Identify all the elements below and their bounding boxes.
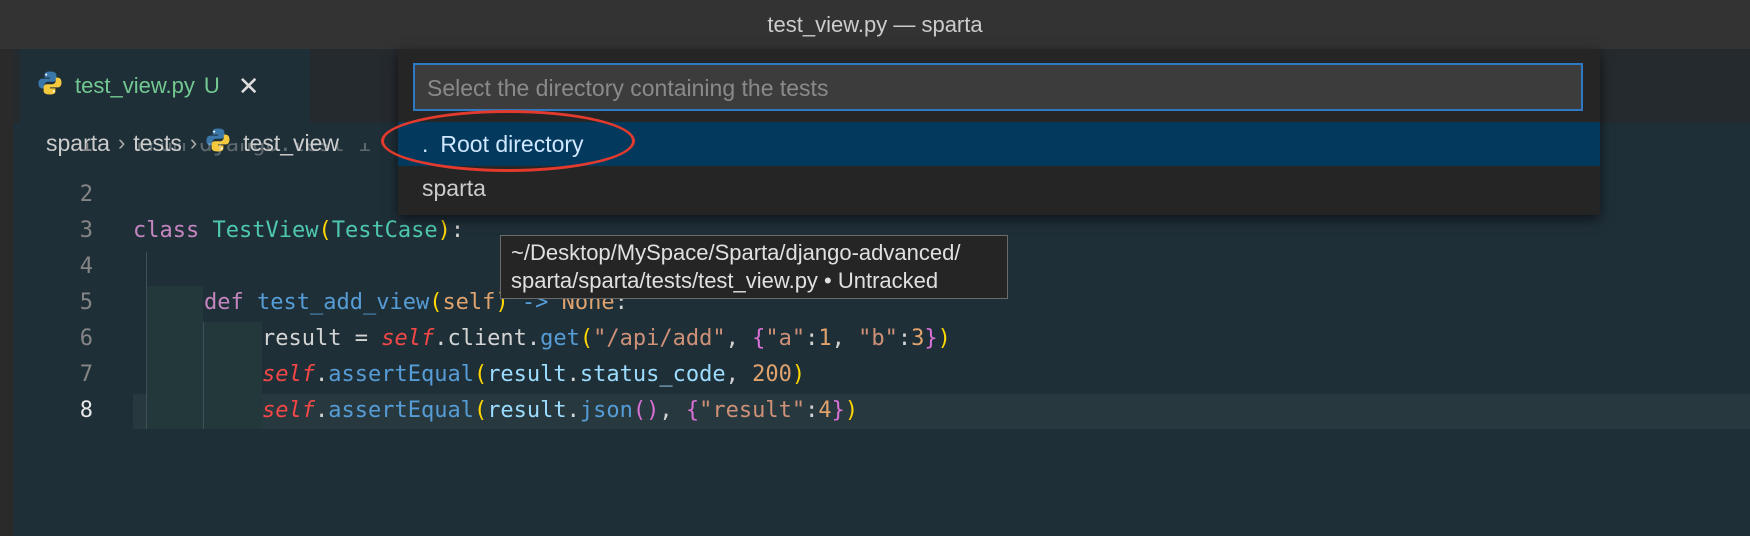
tab-untracked-badge: U — [203, 73, 220, 98]
code-line-7: self.assertEqual(result.status_code, 200… — [262, 362, 806, 387]
line-number: 2 — [79, 182, 93, 207]
quick-pick: . Root directory sparta — [398, 49, 1600, 215]
tooltip-path-line: ~/Desktop/MySpace/Sparta/django-advanced… — [511, 240, 961, 265]
tab-label: test_view.py — [75, 73, 195, 98]
tooltip-status-line: sparta/sparta/tests/test_view.py • Untra… — [511, 268, 939, 293]
line-number: 7 — [79, 362, 93, 387]
line-number: 1 — [79, 143, 93, 157]
quick-pick-item-prefix: . — [422, 131, 429, 157]
quick-pick-item-label: sparta — [422, 175, 486, 201]
indent-guide — [203, 322, 204, 429]
quick-pick-item-sparta[interactable]: sparta — [398, 166, 1600, 210]
indent-shade — [147, 286, 203, 429]
close-icon[interactable]: ✕ — [238, 71, 260, 102]
code-line-6: result = self.client.get("/api/add", {"a… — [262, 326, 951, 351]
line-number: 6 — [79, 326, 93, 351]
tab-path-tooltip: ~/Desktop/MySpace/Sparta/django-advanced… — [500, 235, 1008, 299]
activity-bar-edge — [0, 49, 13, 536]
line-number: 4 — [79, 254, 93, 279]
quick-pick-item-root[interactable]: . Root directory — [398, 122, 1600, 166]
line-number: 5 — [79, 290, 93, 315]
indent-shade — [204, 322, 262, 429]
quick-pick-item-label: Root directory — [440, 131, 584, 157]
tab-test-view[interactable]: test_view.py U ✕ — [20, 49, 310, 123]
quick-pick-input-box[interactable] — [413, 63, 1585, 111]
chevron-right-icon: › — [117, 130, 126, 155]
quick-pick-input[interactable] — [425, 65, 1585, 111]
python-icon — [37, 70, 63, 102]
line-number: 3 — [79, 218, 93, 243]
code-line-3: class TestView(TestCase): — [133, 218, 465, 243]
code-line-1: from django.test i — [133, 143, 372, 157]
line-number-active: 8 — [79, 398, 93, 423]
indent-guide — [146, 252, 147, 429]
code-line-8: self.assertEqual(result.json(), {"result… — [262, 398, 859, 423]
window-title: test_view.py — sparta — [0, 0, 1750, 49]
